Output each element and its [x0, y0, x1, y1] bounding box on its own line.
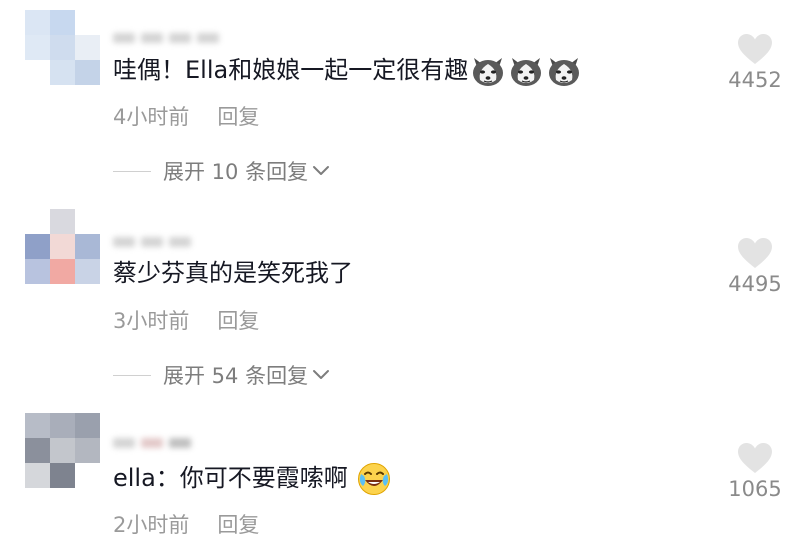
- comment-text-content: ella：你可不要霞嗦啊: [113, 464, 348, 492]
- comment-text-content: 哇偶！Ella和娘娘一起一定很有趣: [113, 56, 469, 84]
- heart-icon: [738, 34, 772, 64]
- expand-replies-label: 展开 10 条回复: [163, 160, 309, 184]
- timestamp: 3小时前: [113, 309, 190, 333]
- husky-dog-emoji: [468, 56, 582, 86]
- like-count: 1065: [728, 477, 782, 501]
- username-blurred[interactable]: [113, 232, 253, 252]
- like-button[interactable]: 1065: [715, 442, 795, 502]
- heart-icon: [738, 238, 772, 268]
- avatar[interactable]: [25, 10, 100, 85]
- divider: [113, 171, 151, 172]
- timestamp: 2小时前: [113, 513, 190, 537]
- reply-button[interactable]: 回复: [217, 309, 259, 333]
- comment-text-content: 蔡少芬真的是笑死我了: [113, 259, 353, 287]
- username-blurred[interactable]: [113, 433, 253, 453]
- comment-text: ella：你可不要霞嗦啊: [113, 461, 391, 496]
- expand-replies-label: 展开 54 条回复: [163, 364, 309, 388]
- username-blurred[interactable]: [113, 28, 253, 48]
- comment-text: 蔡少芬真的是笑死我了: [113, 256, 353, 290]
- reply-button[interactable]: 回复: [217, 513, 259, 537]
- comment-meta: 3小时前 回复: [113, 307, 259, 335]
- comment-text: 哇偶！Ella和娘娘一起一定很有趣: [113, 53, 582, 88]
- avatar[interactable]: [25, 413, 100, 488]
- like-button[interactable]: 4452: [715, 33, 795, 93]
- timestamp: 4小时前: [113, 105, 190, 129]
- crying-laughing-emoji: [358, 463, 391, 495]
- like-count: 4495: [728, 272, 782, 296]
- comment-meta: 2小时前 回复: [113, 511, 259, 539]
- chevron-down-icon: [313, 370, 330, 379]
- heart-icon: [738, 443, 772, 473]
- husky-dog-emoji: [549, 58, 580, 86]
- divider: [113, 375, 151, 376]
- like-button[interactable]: 4495: [715, 237, 795, 297]
- husky-dog-emoji: [511, 58, 542, 86]
- husky-dog-emoji: [473, 58, 504, 86]
- chevron-down-icon: [313, 166, 330, 175]
- avatar[interactable]: [25, 209, 100, 284]
- reply-button[interactable]: 回复: [217, 105, 259, 129]
- comment-meta: 4小时前 回复: [113, 103, 259, 131]
- like-count: 4452: [728, 68, 782, 92]
